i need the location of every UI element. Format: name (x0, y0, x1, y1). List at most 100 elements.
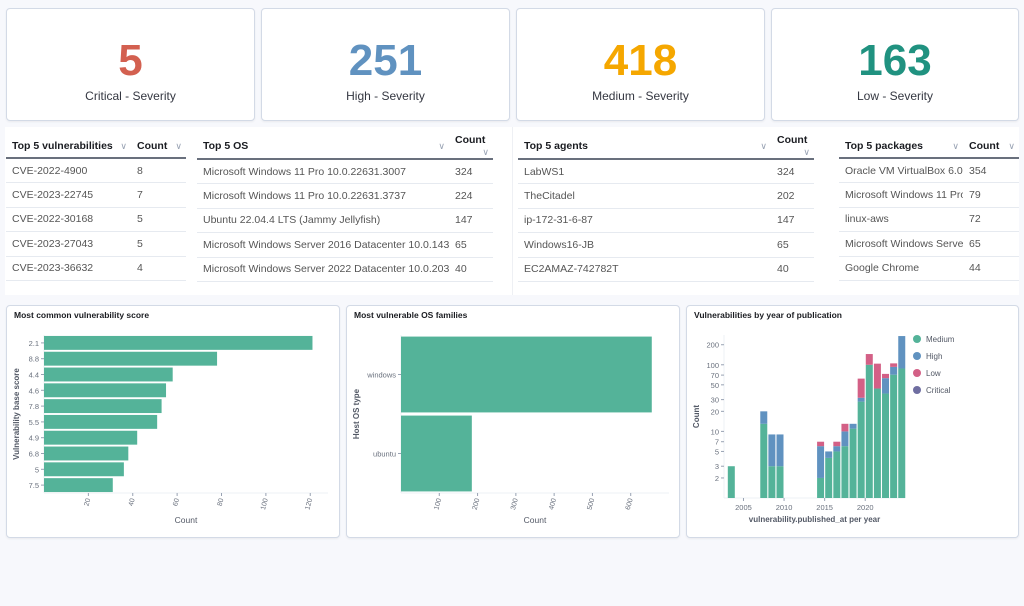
table-row[interactable]: linux-aws 72 (839, 207, 1019, 232)
cell-count: 40 (449, 257, 493, 282)
table-row[interactable]: Microsoft Windows Server 2022 Datacenter… (197, 257, 493, 282)
y-tick-label: 5.5 (29, 418, 39, 427)
table-row[interactable]: Oracle VM VirtualBox 6.0.8 354 (839, 158, 1019, 183)
y-tick-label: 7.5 (29, 481, 39, 490)
x-tick-label: 400 (548, 498, 558, 511)
table-row[interactable]: CVE-2022-4900 8 (6, 158, 186, 183)
bar-segment-medium (849, 428, 857, 498)
y-tick-label: 5 (35, 465, 39, 474)
table-row[interactable]: CVE-2023-22745 7 (6, 182, 186, 208)
column-header-label: Top 5 agents (524, 140, 588, 152)
cell-count: 65 (449, 232, 493, 258)
x-tick-label: 500 (587, 498, 597, 511)
x-tick-label: 20 (84, 498, 93, 507)
metric-low[interactable]: 163 Low - Severity (771, 8, 1019, 121)
table-row[interactable]: CVE-2023-36632 4 (6, 256, 186, 281)
cell-name: Google Chrome (839, 256, 963, 281)
bar (44, 446, 129, 461)
cell-name: Microsoft Windows Server 2016 Datacenter… (197, 232, 449, 258)
x-tick-label: 100 (433, 498, 443, 511)
chevron-down-icon[interactable]: ∨ (482, 147, 489, 158)
bar-segment-high (768, 434, 776, 467)
cell-count: 324 (449, 159, 493, 184)
table-row[interactable]: EC2AMAZ-742782T 40 (518, 257, 814, 282)
metric-critical[interactable]: 5 Critical - Severity (6, 8, 255, 121)
bar-segment-low (873, 363, 881, 389)
bar-segment-low (882, 373, 890, 379)
cell-count: 72 (963, 207, 1019, 232)
metric-label: Medium - Severity (592, 89, 689, 103)
table-row[interactable]: TheCitadel 202 (518, 183, 814, 209)
table-row[interactable]: Microsoft Windows 11 Pro 10.0.22631.3737… (197, 183, 493, 209)
column-header-count[interactable]: Count ∨ (963, 134, 1019, 159)
chevron-down-icon[interactable]: ∨ (175, 141, 182, 152)
bar-segment-high (760, 411, 768, 424)
vulnerabilities-by-year-chart: 2 3 57 10 20 30 5070100 200 2005 2010 2015 2020 vuln… (692, 335, 955, 524)
column-header-name[interactable]: Top 5 vulnerabilities ∨ (6, 134, 131, 159)
bar-segment-low (890, 363, 898, 367)
x-tick-label: 600 (625, 498, 635, 511)
chevron-down-icon[interactable]: ∨ (438, 141, 445, 152)
x-tick-label: 300 (510, 498, 520, 511)
column-header-label: Top 5 OS (203, 140, 249, 152)
cell-name: Microsoft Windows 11 Pro 10.0.22631.3737 (197, 183, 449, 209)
bar-segment-medium (857, 401, 865, 498)
cell-name: CVE-2022-4900 (6, 158, 131, 183)
table-row[interactable]: Microsoft Windows Server 65 (839, 231, 1019, 257)
cell-count: 65 (771, 232, 814, 258)
table-row[interactable]: Google Chrome 44 (839, 256, 1019, 281)
bar (44, 399, 162, 414)
column-header-count[interactable]: Count ∨ (131, 134, 186, 159)
metric-high[interactable]: 251 High - Severity (261, 8, 510, 121)
table-row[interactable]: Ubuntu 22.04.4 LTS (Jammy Jellyfish) 147 (197, 208, 493, 233)
column-header-name[interactable]: Top 5 OS ∨ (197, 134, 449, 160)
bar (44, 367, 173, 382)
table-row[interactable]: CVE-2022-30168 5 (6, 207, 186, 232)
table-header-row: Top 5 packages ∨ Count ∨ (839, 134, 1019, 159)
table-row[interactable]: ip-172-31-6-87 147 (518, 208, 814, 233)
x-tick-label: 2010 (776, 503, 793, 512)
bar-segment-medium (890, 374, 898, 498)
y-tick-label: 2 (715, 474, 719, 483)
cell-count: 8 (131, 158, 186, 183)
table-row[interactable]: Microsoft Windows 11 Pro 10.0.22631.3007… (197, 159, 493, 184)
bar (44, 462, 124, 477)
bar-segment-low (841, 423, 849, 432)
chevron-down-icon[interactable]: ∨ (1008, 141, 1015, 152)
bar-segment-high (841, 431, 849, 447)
chevron-down-icon[interactable]: ∨ (120, 141, 127, 152)
bar-segment-high (882, 378, 890, 394)
table-row[interactable]: Windows16-JB 65 (518, 232, 814, 258)
column-header-name[interactable]: Top 5 agents ∨ (518, 134, 771, 160)
cell-name: Microsoft Windows 11 Pro 10.0.22631.3007 (197, 159, 449, 184)
y-tick-label: 4.6 (29, 386, 39, 395)
bar-segment-high (833, 446, 841, 452)
chevron-down-icon[interactable]: ∨ (760, 141, 767, 152)
table-row[interactable]: LabWS1 324 (518, 159, 814, 184)
table-row[interactable]: CVE-2023-27043 5 (6, 231, 186, 257)
table-row[interactable]: Microsoft Windows Server 2016 Datacenter… (197, 232, 493, 258)
column-header-count[interactable]: Count ∨ (449, 134, 493, 160)
bar-segment-high (817, 446, 825, 478)
x-tick-label: 40 (128, 498, 137, 507)
cell-count: 202 (771, 183, 814, 209)
cell-count: 4 (131, 256, 186, 281)
y-tick-label: 4.9 (29, 434, 39, 443)
cell-name: CVE-2022-30168 (6, 207, 131, 232)
x-axis-title: Count (524, 515, 547, 525)
chevron-down-icon[interactable]: ∨ (952, 141, 959, 152)
cell-count: 354 (963, 158, 1019, 183)
legend-swatch-icon (913, 369, 921, 377)
chevron-down-icon[interactable]: ∨ (803, 147, 810, 158)
column-header-name[interactable]: Top 5 packages ∨ (839, 134, 963, 159)
bar-segment-medium (817, 477, 825, 498)
cell-name: linux-aws (839, 207, 963, 232)
bar (44, 430, 138, 445)
bar (44, 335, 313, 350)
column-header-count[interactable]: Count ∨ (771, 134, 814, 160)
table-row[interactable]: Microsoft Windows 11 Pro 79 (839, 182, 1019, 208)
metric-medium[interactable]: 418 Medium - Severity (516, 8, 765, 121)
bar-segment-high (898, 336, 906, 369)
cell-count: 324 (771, 159, 814, 184)
top-packages-table: Top 5 packages ∨ Count ∨ Oracle VM VirtualBo… (839, 134, 1019, 281)
